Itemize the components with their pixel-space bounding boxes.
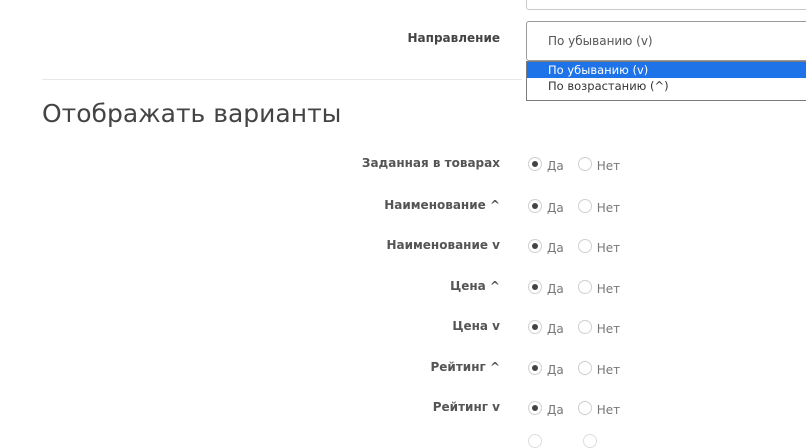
radio-no[interactable] — [577, 361, 592, 375]
radio-yes[interactable] — [528, 361, 542, 375]
radio-yes-label: Да — [547, 363, 564, 377]
radio-yes[interactable] — [528, 320, 542, 334]
radio-no-label: Нет — [596, 403, 621, 417]
radio-yes-label: Да — [547, 201, 564, 215]
radio-no[interactable] — [577, 280, 592, 294]
radio-no[interactable] — [577, 199, 592, 213]
radio-no[interactable] — [577, 157, 592, 171]
radio-group: Да Нет — [528, 319, 621, 336]
direction-dropdown-list: По убыванию (v) По возрастанию (^) — [526, 61, 806, 101]
radio-yes-label: Да — [547, 241, 564, 255]
radio-yes[interactable] — [528, 199, 542, 213]
radio-no-label: Нет — [596, 363, 621, 377]
radio-yes-label: Да — [547, 159, 564, 173]
radio-group: Да Нет — [528, 279, 621, 296]
dropdown-option-asc[interactable]: По возрастанию (^) — [527, 78, 806, 94]
radio-yes-label: Да — [547, 322, 564, 336]
radio-partial-no[interactable] — [583, 434, 597, 448]
radio-no-label: Нет — [596, 241, 621, 255]
radio-no[interactable] — [577, 239, 592, 253]
row-label: Наименование ^ — [384, 198, 500, 212]
radio-no-label: Нет — [596, 201, 621, 215]
radio-group: Да Нет — [528, 400, 621, 417]
direction-select[interactable]: По убыванию (v) — [526, 21, 806, 61]
radio-no-label: Нет — [596, 159, 621, 173]
radio-group: Да Нет — [528, 156, 621, 173]
previous-field-input[interactable] — [526, 0, 806, 10]
radio-no-label: Нет — [596, 282, 621, 296]
radio-yes[interactable] — [528, 239, 542, 253]
dropdown-option-desc[interactable]: По убыванию (v) — [527, 62, 806, 78]
radio-group: Да Нет — [528, 238, 621, 255]
radio-no[interactable] — [577, 401, 592, 415]
radio-no[interactable] — [577, 320, 592, 334]
radio-group: Да Нет — [528, 198, 621, 215]
section-divider — [42, 79, 522, 80]
radio-yes-label: Да — [547, 403, 564, 417]
radio-yes[interactable] — [528, 157, 542, 171]
row-label: Цена v — [452, 319, 500, 333]
radio-group: Да Нет — [528, 360, 621, 377]
radio-yes[interactable] — [528, 401, 542, 415]
row-label: Рейтинг ^ — [430, 360, 501, 374]
section-title: Отображать варианты — [42, 99, 342, 128]
radio-partial-yes[interactable] — [528, 434, 542, 448]
row-label: Рейтинг v — [432, 400, 500, 414]
radio-yes[interactable] — [528, 280, 542, 294]
radio-no-label: Нет — [596, 322, 621, 336]
row-label: Заданная в товарах — [361, 156, 500, 170]
row-label: Цена ^ — [450, 279, 500, 293]
radio-yes-label: Да — [547, 282, 564, 296]
direction-label: Направление — [407, 31, 500, 45]
row-label: Наименование v — [386, 238, 500, 252]
